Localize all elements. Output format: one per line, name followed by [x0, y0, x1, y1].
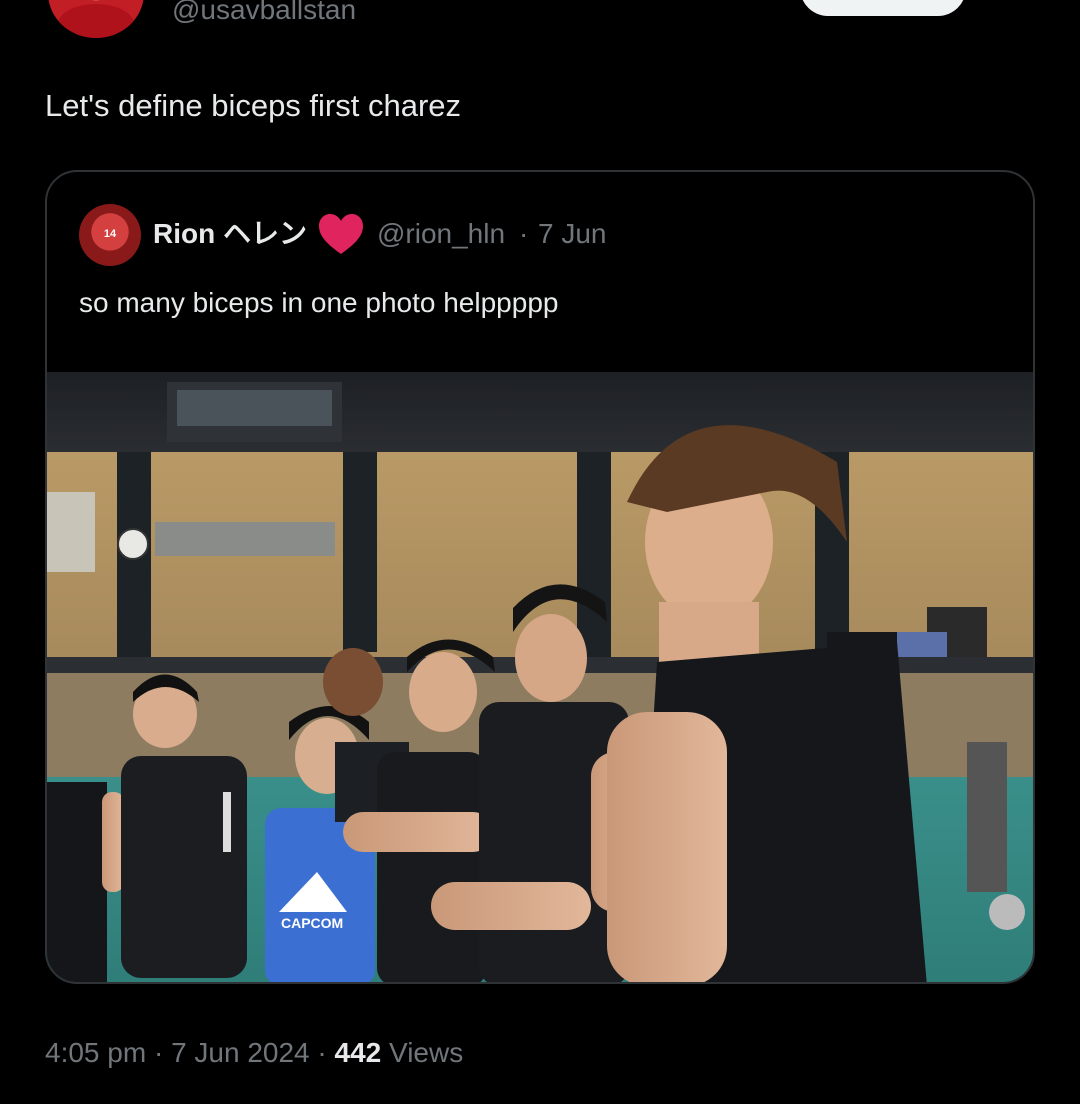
- heart-icon: [319, 214, 363, 254]
- tweet-time[interactable]: 4:05 pm: [45, 1037, 146, 1068]
- tweet-text: Let's define biceps first charez: [45, 88, 462, 123]
- quote-author-name[interactable]: Rion ヘレン: [153, 218, 307, 250]
- quote-author-handle[interactable]: @rion_hln: [377, 218, 505, 250]
- quote-text: so many biceps in one photo helppppp: [79, 287, 559, 318]
- jersey-text: CAPCOM: [281, 915, 343, 931]
- separator-dot: ·: [153, 1037, 164, 1068]
- separator-dot: ·: [317, 1037, 327, 1068]
- quoted-tweet-card[interactable]: 14 Rion ヘレン @rion_hln · 7 Jun so many bi…: [45, 170, 1035, 984]
- author-avatar[interactable]: [48, 0, 144, 38]
- quote-photo[interactable]: CAPCOM: [47, 372, 1033, 982]
- quote-date[interactable]: 7 Jun: [538, 218, 607, 250]
- tweet-date[interactable]: 7 Jun 2024: [171, 1037, 310, 1068]
- tweet-meta: 4:05 pm · 7 Jun 2024 · 442 Views: [45, 1036, 463, 1070]
- views-label: Views: [389, 1037, 464, 1068]
- tweet-detail-page: @usavballstan Let's define biceps first …: [0, 0, 1080, 1104]
- follow-button[interactable]: [800, 0, 966, 16]
- separator-dot: ·: [519, 218, 529, 249]
- views-count: 442: [334, 1037, 382, 1068]
- volleyball-players-photo: CAPCOM: [47, 372, 1033, 982]
- avatar-jersey-number: 14: [103, 228, 117, 240]
- author-handle[interactable]: @usavballstan: [172, 0, 356, 26]
- quote-author-avatar[interactable]: 14: [79, 204, 141, 266]
